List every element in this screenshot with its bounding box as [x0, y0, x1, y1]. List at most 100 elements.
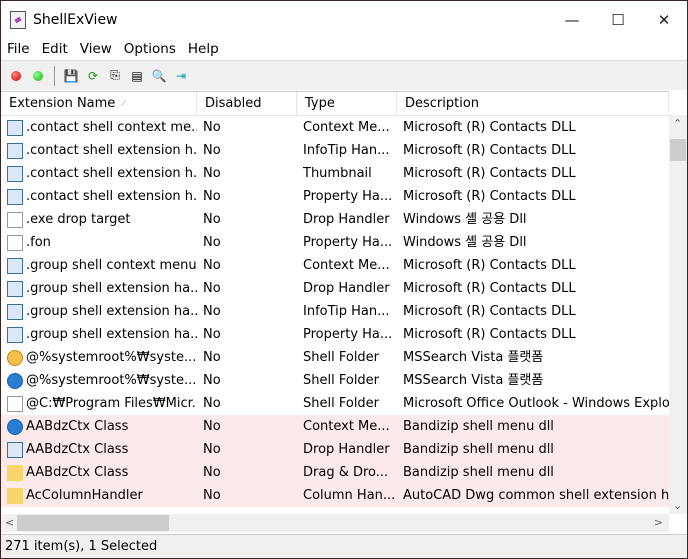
cell-type: InfoTip Han...: [303, 143, 390, 158]
table-row[interactable]: @%systemroot%₩syste... No Shell Folder M…: [1, 369, 669, 392]
cell-description: AutoCAD Dwg common shell extension ha: [403, 488, 669, 503]
cell-type: Drop Handler: [303, 281, 390, 296]
extensions-list: Extension Name ⁄ Disabled Type Descriptio…: [1, 91, 669, 514]
table-row[interactable]: AABdzCtx Class No Drag & Dro... Bandizip…: [1, 461, 669, 484]
cell-extension-name: AABdzCtx Class: [1, 415, 197, 438]
menu-edit[interactable]: Edit: [36, 39, 74, 59]
extension-name: AABdzCtx Class: [26, 442, 129, 457]
table-row[interactable]: .contact shell extension h... No InfoTip…: [1, 139, 669, 162]
extension-name: .contact shell extension h...: [26, 189, 197, 204]
extension-name: .contact shell context me...: [26, 120, 197, 135]
extension-name: .fon: [26, 235, 51, 250]
contact-icon: [7, 165, 23, 182]
table-row[interactable]: .group shell extension ha... No Property…: [1, 323, 669, 346]
folder-icon: [7, 487, 23, 504]
table-row[interactable]: AABdzCtx Class No Context Me... Bandizip…: [1, 415, 669, 438]
menu-bar: File Edit View Options Help: [1, 39, 687, 59]
extension-name: @C:₩Program Files₩Micr...: [26, 396, 197, 411]
cell-disabled: No: [203, 373, 221, 388]
properties-icon[interactable]: ▤: [128, 67, 146, 85]
orange-icon: [7, 349, 23, 366]
cell-type: Property Ha...: [303, 327, 393, 342]
menu-options[interactable]: Options: [118, 39, 182, 59]
menu-view[interactable]: View: [74, 39, 118, 59]
round-icon: [7, 418, 23, 435]
cell-extension-name: .contact shell context me...: [1, 116, 197, 139]
cell-extension-name: @%systemroot%₩syste...: [1, 346, 197, 369]
cell-description: Windows 셸 공용 Dll: [403, 212, 527, 227]
column-header-type[interactable]: Type: [297, 92, 397, 115]
menu-file[interactable]: File: [1, 39, 36, 59]
cell-description: Microsoft (R) Contacts DLL: [403, 281, 576, 296]
minimize-button[interactable]: —: [549, 1, 595, 39]
column-header-extension-name[interactable]: Extension Name ⁄: [1, 92, 197, 115]
scroll-left-icon[interactable]: <: [5, 516, 14, 529]
file-icon: [7, 395, 23, 412]
contact-icon: [7, 142, 23, 159]
cell-description: Microsoft (R) Contacts DLL: [403, 189, 576, 204]
extension-name: .contact shell extension h...: [26, 143, 197, 158]
table-row[interactable]: .group shell extension ha... No InfoTip …: [1, 300, 669, 323]
cell-disabled: No: [203, 488, 221, 503]
cell-disabled: No: [203, 442, 221, 457]
cell-type: Context Me...: [303, 258, 390, 273]
cell-disabled: No: [203, 327, 221, 342]
cell-type: Shell Folder: [303, 373, 380, 388]
scroll-up-icon[interactable]: ⌃: [673, 117, 682, 130]
round-icon: [7, 372, 23, 389]
cell-disabled: No: [203, 350, 221, 365]
scroll-down-icon[interactable]: ⌄: [673, 499, 682, 512]
cell-extension-name: .group shell extension ha...: [1, 300, 197, 323]
cell-extension-name: .group shell context menu: [1, 254, 197, 277]
cell-extension-name: AABdzCtx Class: [1, 461, 197, 484]
cell-type: Thumbnail: [303, 166, 372, 181]
extension-name: .group shell extension ha...: [26, 327, 197, 342]
table-row[interactable]: AcColumnHandler No Column Han... AutoCAD…: [1, 484, 669, 507]
extension-name: @%systemroot%₩syste...: [26, 350, 197, 365]
find-icon[interactable]: 🔍: [150, 67, 168, 85]
table-row[interactable]: .contact shell extension h... No Thumbna…: [1, 162, 669, 185]
cell-type: Property Ha...: [303, 189, 393, 204]
table-row[interactable]: .exe drop target No Drop Handler Windows…: [1, 208, 669, 231]
title-bar: ShellExView — ☐ ✕: [1, 1, 687, 39]
table-row[interactable]: .group shell context menu No Context Me.…: [1, 254, 669, 277]
cell-description: Microsoft (R) Contacts DLL: [403, 327, 576, 342]
cell-description: MSSearch Vista 플랫폼: [403, 373, 544, 388]
list-header: Extension Name ⁄ Disabled Type Descriptio…: [1, 92, 669, 116]
scroll-right-icon[interactable]: >: [654, 516, 663, 529]
table-row[interactable]: .contact shell context me... No Context …: [1, 116, 669, 139]
vertical-scrollbar[interactable]: ⌃ ⌄: [669, 115, 687, 514]
table-row[interactable]: @C:₩Program Files₩Micr... No Shell Folde…: [1, 392, 669, 415]
save-icon[interactable]: 💾: [62, 67, 80, 85]
refresh-icon[interactable]: ⟳: [84, 67, 102, 85]
enable-selected-icon[interactable]: [29, 67, 47, 85]
disable-selected-icon[interactable]: [7, 67, 25, 85]
cell-description: Microsoft (R) Contacts DLL: [403, 120, 576, 135]
table-row[interactable]: AABdzCtx Class No Drop Handler Bandizip …: [1, 438, 669, 461]
cell-disabled: No: [203, 419, 221, 434]
maximize-button[interactable]: ☐: [595, 1, 641, 39]
copy-icon[interactable]: ⎘: [106, 67, 124, 85]
horizontal-scrollbar[interactable]: < >: [1, 514, 669, 532]
extension-name: AABdzCtx Class: [26, 465, 129, 480]
table-row[interactable]: .fon No Property Ha... Windows 셸 공용 Dll: [1, 231, 669, 254]
table-row[interactable]: @%systemroot%₩syste... No Shell Folder M…: [1, 346, 669, 369]
cell-extension-name: @C:₩Program Files₩Micr...: [1, 392, 197, 415]
horizontal-scroll-thumb[interactable]: [17, 515, 169, 531]
contact-icon: [7, 326, 23, 343]
vertical-scroll-thumb[interactable]: [670, 139, 686, 161]
cell-description: MSSearch Vista 플랫폼: [403, 350, 544, 365]
cell-extension-name: .group shell extension ha...: [1, 277, 197, 300]
table-row[interactable]: .contact shell extension h... No Propert…: [1, 185, 669, 208]
menu-help[interactable]: Help: [182, 39, 225, 59]
column-header-disabled[interactable]: Disabled: [197, 92, 297, 115]
column-header-description[interactable]: Description: [397, 92, 669, 115]
close-button[interactable]: ✕: [641, 1, 687, 39]
exit-icon[interactable]: ⇥: [172, 67, 190, 85]
cell-extension-name: .exe drop target: [1, 208, 197, 231]
toolbar: 💾 ⟳ ⎘ ▤ 🔍 ⇥: [1, 60, 687, 90]
contact-icon: [7, 188, 23, 205]
cell-extension-name: AcColumnHandler: [1, 484, 197, 507]
table-row[interactable]: .group shell extension ha... No Drop Han…: [1, 277, 669, 300]
cell-extension-name: .contact shell extension h...: [1, 185, 197, 208]
